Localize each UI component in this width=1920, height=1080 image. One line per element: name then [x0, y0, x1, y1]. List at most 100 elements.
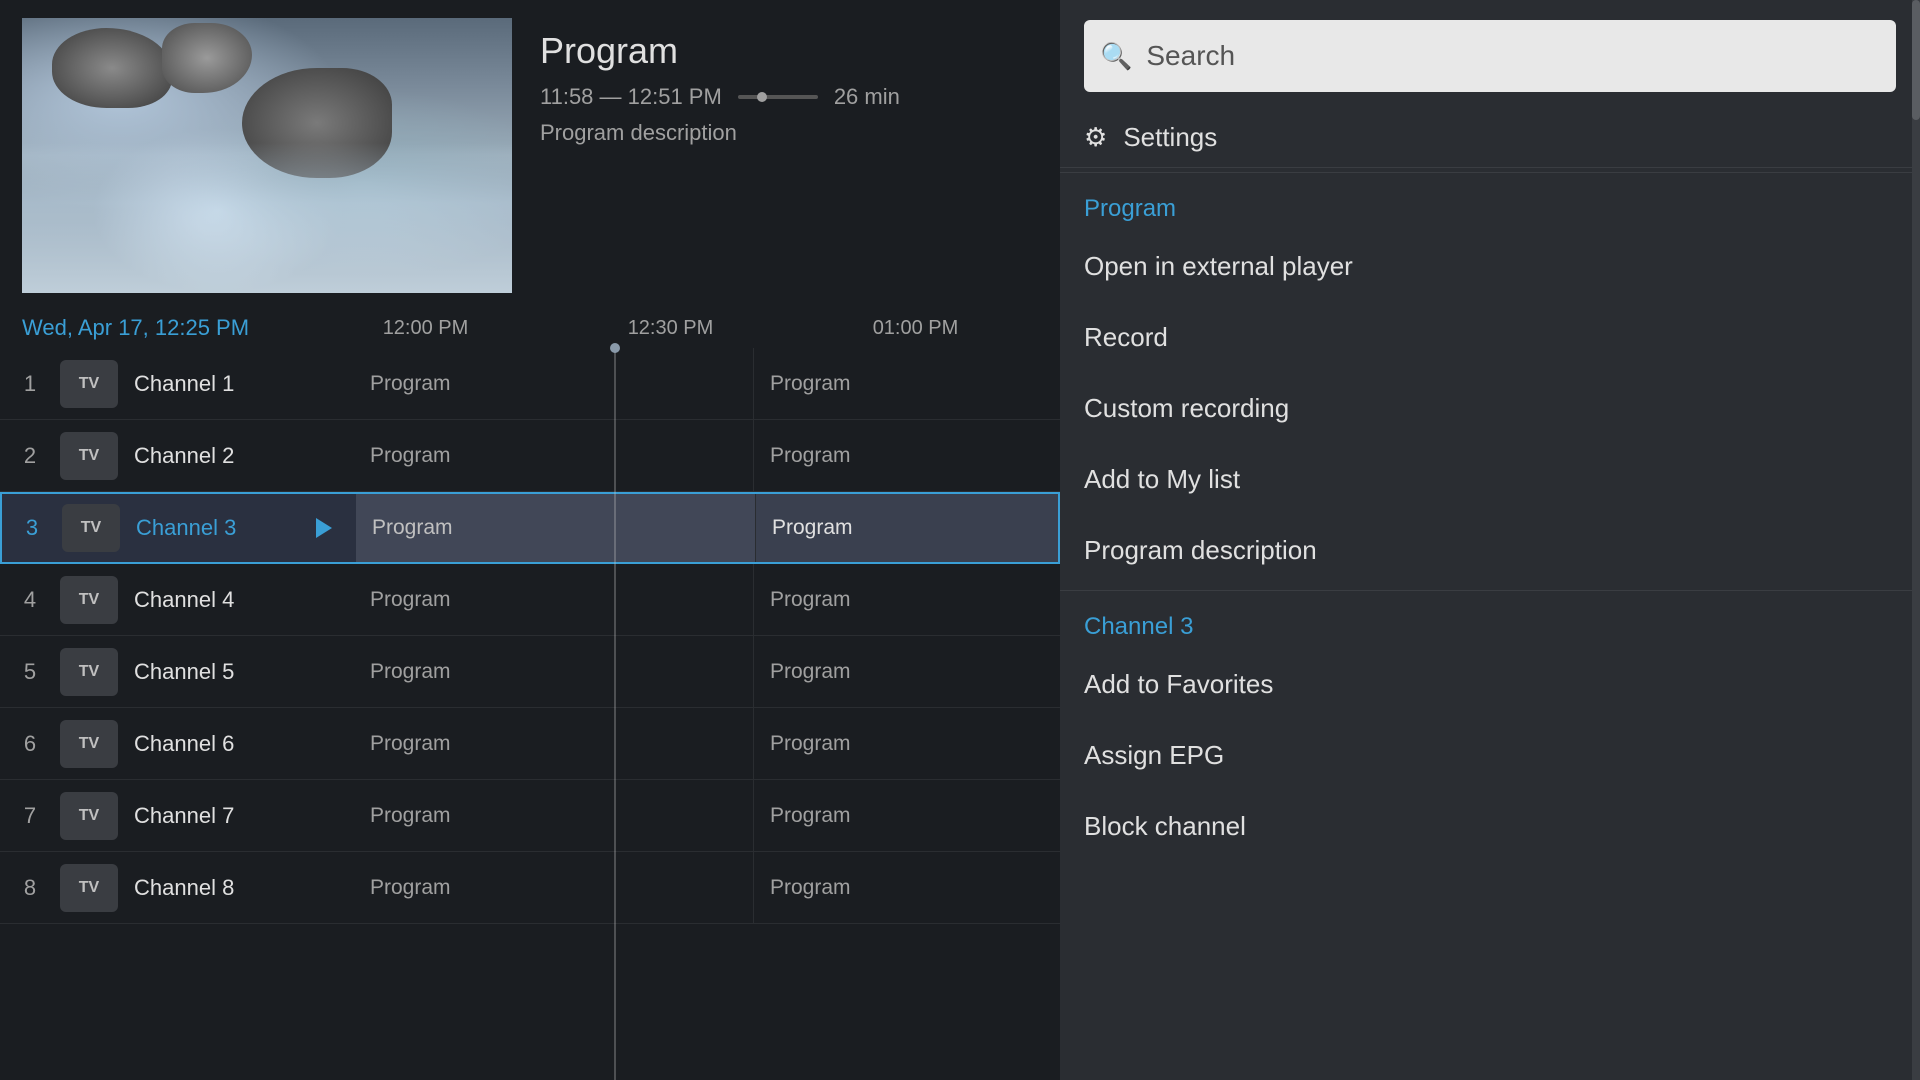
program-cell-current-7[interactable]: Program: [754, 780, 1060, 851]
program-cell-current-6[interactable]: Program: [754, 708, 1060, 779]
menu-item-add-to-my-list[interactable]: Add to My list: [1060, 444, 1920, 515]
time-marker-3: 01:00 PM: [793, 317, 1038, 340]
programs-area-1: ProgramProgram: [354, 348, 1060, 419]
channel-number-5: 5: [0, 659, 60, 685]
program-cell-past-8[interactable]: Program: [354, 852, 754, 923]
epg-row-2[interactable]: 2TV Channel 2 ProgramProgram: [0, 420, 1060, 492]
gear-icon: ⚙: [1084, 122, 1107, 153]
program-cell-past-1[interactable]: Program: [354, 348, 754, 419]
menu-item-open-external[interactable]: Open in external player: [1060, 231, 1920, 302]
program-cell-past-3[interactable]: Program: [356, 494, 756, 562]
epg-grid: 1TVChannel 1ProgramProgram2TVChannel 2Pr…: [0, 348, 1060, 1080]
channel-name-2: Channel 2: [134, 443, 314, 469]
channel-icon-2: TV: [60, 432, 118, 480]
time-marker-2: 12:30 PM: [548, 317, 793, 340]
time-markers: 12:00 PM 12:30 PM 01:00 PM: [303, 317, 1038, 340]
menu-item-custom-recording[interactable]: Custom recording: [1060, 373, 1920, 444]
programs-area-3: ProgramProgram: [356, 494, 1058, 562]
channel-number-1: 1: [0, 371, 60, 397]
programs-area-5: ProgramProgram: [354, 636, 1060, 707]
divider-1: [1060, 172, 1920, 173]
time-marker-1: 12:00 PM: [303, 317, 548, 340]
channel-name-4: Channel 4: [134, 587, 314, 613]
context-menu: 🔍 Search ⚙ Settings Program Open in exte…: [1060, 0, 1920, 1080]
channel-number-3: 3: [2, 515, 62, 541]
epg-row-4[interactable]: 4TV Channel 4 ProgramProgram: [0, 564, 1060, 636]
program-cell-past-6[interactable]: Program: [354, 708, 754, 779]
progress-dot: [757, 92, 767, 102]
search-icon: 🔍: [1100, 41, 1132, 72]
play-icon-col-3: [316, 518, 356, 538]
channel-icon-5: TV: [60, 648, 118, 696]
video-thumbnail: [22, 18, 512, 293]
programs-area-2: ProgramProgram: [354, 420, 1060, 491]
menu-item-block-channel[interactable]: Block channel: [1060, 791, 1920, 862]
programs-area-7: ProgramProgram: [354, 780, 1060, 851]
channel-name-7: Channel 7: [134, 803, 314, 829]
search-label: Search: [1146, 40, 1235, 72]
scrollbar-thumb[interactable]: [1912, 0, 1920, 120]
channel-icon-4: TV: [60, 576, 118, 624]
program-cell-current-1[interactable]: Program: [754, 348, 1060, 419]
channel-icon-8: TV: [60, 864, 118, 912]
menu-item-program-description[interactable]: Program description: [1060, 515, 1920, 586]
progress-bar: [738, 95, 818, 99]
programs-area-6: ProgramProgram: [354, 708, 1060, 779]
epg-row-5[interactable]: 5TV Channel 5 ProgramProgram: [0, 636, 1060, 708]
program-cell-current-8[interactable]: Program: [754, 852, 1060, 923]
program-cell-current-4[interactable]: Program: [754, 564, 1060, 635]
program-info: Program 11:58 — 12:51 PM 26 min Program …: [540, 30, 900, 146]
program-cell-past-4[interactable]: Program: [354, 564, 754, 635]
program-title: Program: [540, 30, 900, 72]
channel-name-6: Channel 6: [134, 731, 314, 757]
program-duration: 26 min: [834, 84, 900, 110]
menu-item-assign-epg[interactable]: Assign EPG: [1060, 720, 1920, 791]
scrollbar[interactable]: [1912, 0, 1920, 1080]
channel-icon-3: TV: [62, 504, 120, 552]
current-datetime: Wed, Apr 17, 12:25 PM: [22, 315, 303, 341]
epg-row-6[interactable]: 6TV Channel 6 ProgramProgram: [0, 708, 1060, 780]
programs-area-4: ProgramProgram: [354, 564, 1060, 635]
channel-menu-items: Add to Favorites Assign EPG Block channe…: [1060, 649, 1920, 862]
settings-label: Settings: [1123, 122, 1217, 153]
channel-section-header: Channel 3: [1060, 595, 1920, 649]
program-time-row: 11:58 — 12:51 PM 26 min: [540, 84, 900, 110]
program-section-header: Program: [1060, 177, 1920, 231]
channel-name-8: Channel 8: [134, 875, 314, 901]
channel-number-2: 2: [0, 443, 60, 469]
program-cell-past-5[interactable]: Program: [354, 636, 754, 707]
channel-number-8: 8: [0, 875, 60, 901]
epg-row-3[interactable]: 3TV Channel 3 ProgramProgram: [0, 492, 1060, 564]
video-preview[interactable]: [22, 18, 512, 293]
channel-icon-1: TV: [60, 360, 118, 408]
program-cell-current-3[interactable]: Program: [756, 494, 1058, 562]
channel-icon-7: TV: [60, 792, 118, 840]
datetime-bar: Wed, Apr 17, 12:25 PM 12:00 PM 12:30 PM …: [0, 308, 1060, 348]
program-cell-current-2[interactable]: Program: [754, 420, 1060, 491]
epg-row-8[interactable]: 8TV Channel 8 ProgramProgram: [0, 852, 1060, 924]
main-content: Program 11:58 — 12:51 PM 26 min Program …: [0, 0, 1060, 1080]
program-menu-items: Open in external player Record Custom re…: [1060, 231, 1920, 586]
programs-area-8: ProgramProgram: [354, 852, 1060, 923]
progress-bar-container: [738, 95, 818, 99]
channel-name-1: Channel 1: [134, 371, 314, 397]
epg-row-1[interactable]: 1TV Channel 1 ProgramProgram: [0, 348, 1060, 420]
search-box[interactable]: 🔍 Search: [1084, 20, 1896, 92]
program-cell-current-5[interactable]: Program: [754, 636, 1060, 707]
channel-icon-6: TV: [60, 720, 118, 768]
menu-item-record[interactable]: Record: [1060, 302, 1920, 373]
program-description: Program description: [540, 120, 900, 146]
channel-number-7: 7: [0, 803, 60, 829]
channel-name-5: Channel 5: [134, 659, 314, 685]
program-cell-past-2[interactable]: Program: [354, 420, 754, 491]
settings-row[interactable]: ⚙ Settings: [1060, 108, 1920, 168]
channel-number-4: 4: [0, 587, 60, 613]
divider-2: [1060, 590, 1920, 591]
program-time-range: 11:58 — 12:51 PM: [540, 84, 722, 110]
program-cell-past-7[interactable]: Program: [354, 780, 754, 851]
play-icon-3: [316, 518, 332, 538]
menu-item-add-to-favorites[interactable]: Add to Favorites: [1060, 649, 1920, 720]
channel-number-6: 6: [0, 731, 60, 757]
epg-row-7[interactable]: 7TV Channel 7 ProgramProgram: [0, 780, 1060, 852]
channel-name-3: Channel 3: [136, 515, 316, 541]
